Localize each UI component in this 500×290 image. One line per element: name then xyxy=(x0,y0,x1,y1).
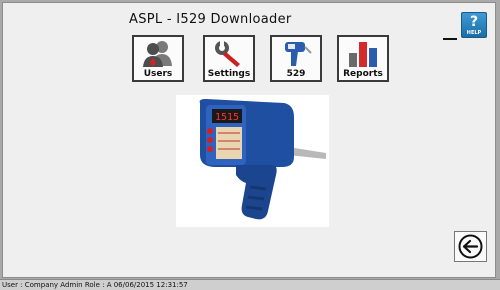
back-button[interactable] xyxy=(454,231,487,262)
help-icon: ? xyxy=(469,14,479,30)
minimize-button[interactable] xyxy=(443,38,457,40)
device-icon xyxy=(272,39,320,69)
settings-button[interactable]: Settings xyxy=(203,35,255,82)
reports-label: Reports xyxy=(343,69,383,79)
device-label: 529 xyxy=(286,69,306,79)
app-title: ASPL - I529 Downloader xyxy=(129,12,292,27)
device-photo: 1515 xyxy=(176,95,329,227)
back-arrow-icon xyxy=(458,234,483,259)
device-display-reading: 1515 xyxy=(215,112,239,123)
status-bar: User : Company Admin Role : A 06/06/2015… xyxy=(0,279,500,290)
users-icon xyxy=(134,39,182,69)
wrench-icon xyxy=(205,39,253,69)
bar-chart-icon xyxy=(339,39,387,69)
main-window: ASPL - I529 Downloader ? HELP Users Sett… xyxy=(2,2,496,278)
users-button[interactable]: Users xyxy=(132,35,184,82)
device-button[interactable]: 529 xyxy=(270,35,322,82)
help-button[interactable]: ? HELP xyxy=(461,12,487,38)
help-label: HELP xyxy=(466,30,482,36)
users-label: Users xyxy=(143,69,173,79)
reports-button[interactable]: Reports xyxy=(337,35,389,82)
settings-label: Settings xyxy=(207,69,251,79)
